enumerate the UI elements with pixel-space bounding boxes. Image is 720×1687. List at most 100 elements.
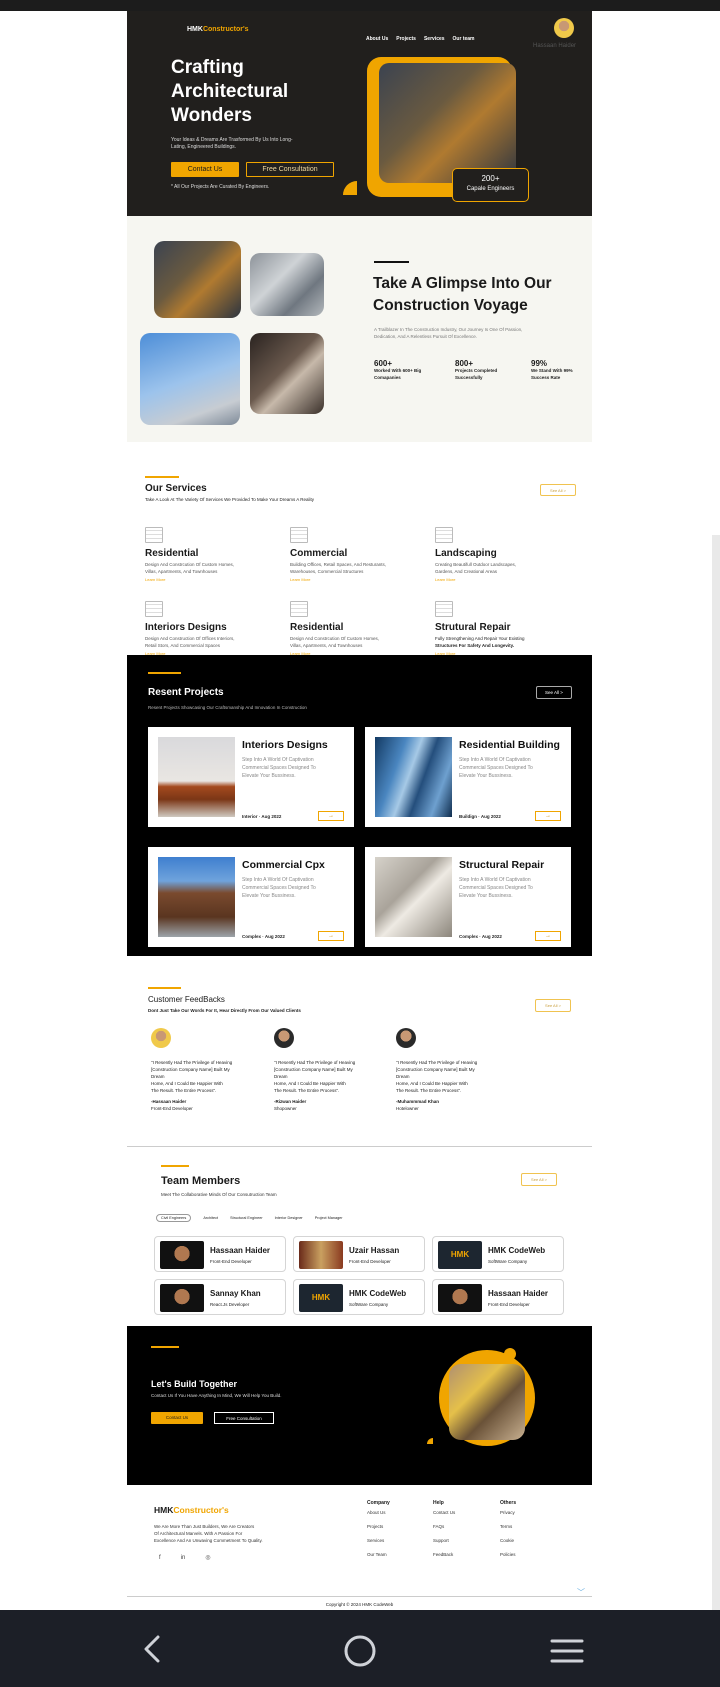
nav-team[interactable]: Our team (453, 36, 475, 42)
testimonial-3: "I Resently Had The Privilege of Heaving… (396, 1028, 506, 1111)
projects-title: Resent Projects (148, 687, 224, 698)
tab-civil-engineers[interactable]: Civil Engineers (156, 1214, 192, 1222)
footer-link[interactable]: Terms (500, 1520, 516, 1534)
avatar (396, 1028, 416, 1048)
arrow-right-icon[interactable]: → (535, 811, 561, 821)
user-name: Hassaan Haider (533, 43, 577, 49)
footer-link[interactable]: FeedBack (433, 1548, 455, 1562)
project-card-interiors[interactable]: Interiors Designs Step Into A World Of C… (148, 727, 354, 827)
building-icon (290, 601, 308, 617)
footer-link[interactable]: Cookie (500, 1534, 516, 1548)
home-icon[interactable] (343, 1634, 377, 1668)
team-card[interactable]: Hassaan Haider Front-End Developer (432, 1279, 564, 1315)
project-card-structural[interactable]: Structural Repair Step Into A World Of C… (365, 847, 571, 947)
footer-link[interactable]: FAQs (433, 1520, 455, 1534)
project-image (158, 737, 235, 817)
footer-link[interactable]: Services (367, 1534, 390, 1548)
footer-link[interactable]: Our Team (367, 1548, 390, 1562)
services-see-all-button[interactable]: See All > (540, 484, 576, 496)
system-navigation-bar (0, 1610, 720, 1687)
arrow-right-icon[interactable]: → (535, 931, 561, 941)
service-card-residential-2[interactable]: Residential Design And Constrcution Of C… (290, 601, 425, 656)
footer-link[interactable]: About Us (367, 1506, 390, 1520)
scrollbar[interactable] (712, 535, 720, 1610)
project-card-residential[interactable]: Residential Building Step Into A World O… (365, 727, 571, 827)
building-icon (290, 527, 308, 543)
cta-decor-dot (504, 1348, 516, 1360)
learn-more-link[interactable]: Learn More (290, 577, 425, 582)
social-links: f in ◎ (159, 1554, 211, 1561)
team-card[interactable]: HMK HMK CodeWeb SoftWare Company (293, 1279, 425, 1315)
footer-link[interactable]: Projects (367, 1520, 390, 1534)
avatar (151, 1028, 171, 1048)
arrow-right-icon[interactable]: → (318, 931, 344, 941)
footer-link[interactable]: Support (433, 1534, 455, 1548)
hero-engineer-image (379, 63, 516, 183)
footer-about: We Are More Than Just Builders, We Are C… (154, 1524, 263, 1543)
team-card[interactable]: Uzair Hassan Front-End Developer (293, 1236, 425, 1272)
consultation-button[interactable]: Free Consultation (246, 162, 334, 177)
feedback-section: Customer FeedBacks Dont Just Take Our Wo… (127, 956, 592, 1147)
avatar (274, 1028, 294, 1048)
service-card-residential[interactable]: Residential Design And Constrcution Of C… (145, 527, 280, 582)
arrow-right-icon[interactable]: → (318, 811, 344, 821)
team-card[interactable]: Hassaan Haider Front-End Developer (154, 1236, 286, 1272)
feedback-subtitle: Dont Just Take Our Words For It, Hear Di… (148, 1008, 301, 1013)
learn-more-link[interactable]: Learn More (435, 577, 570, 582)
learn-more-link[interactable]: Learn More (145, 577, 280, 582)
feedback-title: Customer FeedBacks (148, 995, 225, 1004)
linkedin-icon[interactable]: in (181, 1555, 186, 1561)
section-accent-line (151, 1346, 179, 1348)
nav-about[interactable]: About Us (366, 36, 388, 42)
main-nav: About Us Projects Services Our team (366, 27, 496, 45)
logo[interactable]: HMKConstructor's (187, 26, 249, 33)
team-card[interactable]: Sannay Khan React.Js Developer (154, 1279, 286, 1315)
service-card-commercial[interactable]: Commercial Building Offices, Retail Spac… (290, 527, 425, 582)
services-title: Our Services (145, 483, 207, 494)
cta-consultation-button[interactable]: Free Consultation (214, 1412, 274, 1424)
footer-link[interactable]: Contact Us (433, 1506, 455, 1520)
user-avatar[interactable] (554, 18, 574, 38)
footer-logo[interactable]: HMKConstructor's (154, 1505, 229, 1515)
service-card-landscaping[interactable]: Landscaping Creating Beautifull Outdoor … (435, 527, 570, 582)
back-icon[interactable] (140, 1634, 166, 1664)
menu-icon[interactable] (550, 1638, 584, 1664)
footer-col-help: Help Contact Us FAQs Support FeedBack (433, 1500, 455, 1562)
footer-link[interactable]: Privacy (500, 1506, 516, 1520)
stat-projects: 800+ Projects Completed Successfully (455, 359, 498, 380)
engineers-badge: 200+ Capale Engineers (452, 168, 529, 202)
project-image (375, 737, 452, 817)
footer-divider (127, 1596, 592, 1597)
instagram-icon[interactable]: ◎ (205, 1555, 210, 1561)
contact-button[interactable]: Contact Us (171, 162, 239, 177)
team-filter-tabs: Civil Engineers Architect Structural Engin… (156, 1206, 355, 1224)
nav-projects[interactable]: Projects (396, 36, 416, 42)
cta-section: Let's Build Together Contact Us If You H… (127, 1326, 592, 1485)
building-icon (145, 601, 163, 617)
team-subtitle: Meet The Collaborative Minds Of Our Cons… (161, 1192, 277, 1197)
member-photo (299, 1241, 343, 1269)
tab-structural-engineer[interactable]: Structural Engineer (230, 1216, 263, 1220)
copyright: Copyright © 2024 HMK CodeWeb (325, 1602, 394, 1607)
service-card-interiors[interactable]: Interiors Designs Design And Constructio… (145, 601, 280, 656)
team-card[interactable]: HMK HMK CodeWeb SoftWare Company (432, 1236, 564, 1272)
facebook-icon[interactable]: f (159, 1555, 161, 1561)
feedback-see-all-button[interactable]: See All > (535, 999, 571, 1012)
tab-project-manager[interactable]: Project Manager (315, 1216, 343, 1220)
service-card-structural[interactable]: Strutural Repair Fully Strengthening And… (435, 601, 570, 656)
cta-contact-button[interactable]: Contact Us (151, 1412, 203, 1424)
stat-companies: 600+ Worked With 600+ Big Comapanies (374, 359, 422, 380)
tab-architect[interactable]: Architect (203, 1216, 218, 1220)
project-card-commercial[interactable]: Commercial Cpx Step Into A World Of Capt… (148, 847, 354, 947)
projects-see-all-button[interactable]: See All > (536, 686, 572, 699)
tab-interior-designer[interactable]: Interior Designer (275, 1216, 303, 1220)
projects-subtitle: Resent Projects Showcasing Our Craftsman… (148, 705, 307, 710)
footer-col-others: Others Privacy Terms Cookie Policies (500, 1500, 516, 1562)
footer-link[interactable]: Policies (500, 1548, 516, 1562)
gallery-image-3 (140, 333, 240, 425)
building-icon (435, 527, 453, 543)
nav-services[interactable]: Services (424, 36, 445, 42)
team-see-all-button[interactable]: See All > (521, 1173, 557, 1186)
footer-col-company: Company About Us Projects Services Our T… (367, 1500, 390, 1562)
gallery-image-1 (154, 241, 241, 318)
